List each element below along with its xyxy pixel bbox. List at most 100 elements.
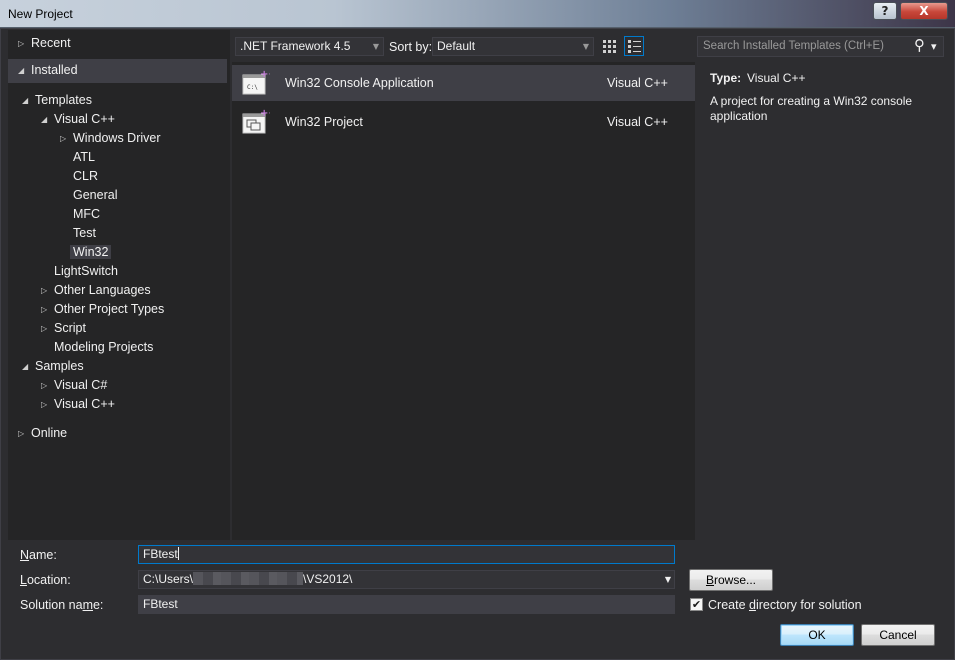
- cancel-button[interactable]: Cancel: [861, 624, 935, 646]
- expand-arrow-icon[interactable]: ▷: [18, 34, 24, 53]
- solution-name-value: FBtest: [143, 597, 178, 611]
- tree-item-clr[interactable]: CLR: [73, 167, 98, 186]
- tree-label: Samples: [35, 359, 84, 373]
- tree-item-atl[interactable]: ATL: [73, 148, 95, 167]
- browse-button[interactable]: Browse...: [689, 569, 773, 591]
- title-bar: New Project ? X: [0, 0, 955, 28]
- location-suffix: \VS2012\: [303, 572, 353, 586]
- template-details: Type: Visual C++ A project for creating …: [699, 62, 947, 540]
- tree-item-win32[interactable]: Win32: [70, 243, 112, 262]
- create-directory-checkbox[interactable]: ✔: [690, 598, 703, 611]
- template-language: Visual C++: [607, 115, 668, 129]
- text-caret: [177, 547, 179, 560]
- collapse-arrow-icon[interactable]: ◢: [18, 61, 24, 80]
- search-templates-input[interactable]: Search Installed Templates (Ctrl+E) ⚲ ▾: [697, 36, 944, 57]
- tree-label: LightSwitch: [54, 264, 118, 278]
- tree-label: Windows Driver: [73, 131, 161, 145]
- sort-select[interactable]: Default ▼: [432, 37, 594, 56]
- tree-label: Test: [73, 226, 96, 240]
- close-button[interactable]: X: [900, 2, 948, 20]
- tree-item-installed[interactable]: ◢ Installed: [18, 61, 78, 80]
- tree-item-lightswitch[interactable]: LightSwitch: [54, 262, 118, 281]
- template-row-win32-project[interactable]: ++ Win32 Project Visual C++: [232, 104, 695, 140]
- tree-label: Visual C++: [54, 397, 115, 411]
- framework-select[interactable]: .NET Framework 4.5 ▼: [235, 37, 384, 56]
- template-row-win32-console[interactable]: C:\ ++ Win32 Console Application Visual …: [232, 65, 695, 101]
- tree-item-samples-visual-cs[interactable]: ▷ Visual C#: [41, 376, 108, 395]
- expand-arrow-icon[interactable]: ▷: [41, 395, 47, 414]
- svg-text:++: ++: [260, 108, 270, 119]
- name-label: Name:: [20, 548, 57, 562]
- search-options-dropdown-icon[interactable]: ▾: [931, 37, 937, 56]
- tree-item-mfc[interactable]: MFC: [73, 205, 100, 224]
- window-title: New Project: [8, 7, 73, 21]
- tree-label: Visual C#: [54, 378, 108, 392]
- win32-project-icon: ++: [242, 108, 270, 134]
- project-name-input[interactable]: FBtest: [138, 545, 675, 564]
- tree-label-selected: Win32: [70, 245, 112, 259]
- tree-label: Templates: [35, 93, 92, 107]
- expand-arrow-icon[interactable]: ▷: [18, 424, 24, 443]
- collapse-arrow-icon[interactable]: ◢: [22, 91, 28, 110]
- sort-label: Sort by:: [389, 40, 433, 54]
- grid-view-icon: [603, 40, 616, 53]
- tree-item-samples[interactable]: ◢ Samples: [22, 357, 84, 376]
- search-icon[interactable]: ⚲: [914, 36, 925, 55]
- tree-label: Recent: [31, 36, 71, 50]
- template-language: Visual C++: [607, 76, 668, 90]
- dropdown-arrow-icon: ▼: [582, 42, 589, 51]
- template-description: A project for creating a Win32 console a…: [710, 94, 913, 123]
- expand-arrow-icon[interactable]: ▷: [60, 129, 66, 148]
- dropdown-arrow-icon[interactable]: ▼: [665, 571, 671, 588]
- solution-name-label: Solution name:: [20, 598, 104, 612]
- project-name-value: FBtest: [143, 547, 178, 561]
- checkmark-icon: ✔: [691, 598, 702, 611]
- tree-label: Other Languages: [54, 283, 151, 297]
- expand-arrow-icon[interactable]: ▷: [41, 376, 47, 395]
- tree-label: Online: [31, 426, 68, 440]
- tree-label: Visual C++: [54, 112, 115, 126]
- collapse-arrow-icon[interactable]: ◢: [41, 110, 47, 129]
- location-prefix: C:\Users\: [143, 572, 194, 586]
- tree-label: General: [73, 188, 118, 202]
- type-label: Type:: [710, 71, 742, 85]
- list-view-icon: [628, 40, 641, 53]
- ok-button[interactable]: OK: [780, 624, 854, 646]
- solution-name-input[interactable]: FBtest: [138, 595, 675, 614]
- location-label: Location:: [20, 573, 71, 587]
- tree-label: Installed: [31, 63, 78, 77]
- type-value: Visual C++: [747, 71, 806, 85]
- tree-item-general[interactable]: General: [73, 186, 117, 205]
- framework-value: .NET Framework 4.5: [240, 39, 351, 53]
- expand-arrow-icon[interactable]: ▷: [41, 300, 47, 319]
- tree-label: ATL: [73, 150, 95, 164]
- tree-item-other-languages[interactable]: ▷ Other Languages: [41, 281, 151, 300]
- small-icons-view-button[interactable]: [599, 36, 619, 56]
- tree-item-templates[interactable]: ◢ Templates: [22, 91, 92, 110]
- tree-item-script[interactable]: ▷ Script: [41, 319, 86, 338]
- tree-label: Modeling Projects: [54, 340, 154, 354]
- tree-item-test[interactable]: Test: [73, 224, 96, 243]
- tree-item-other-project-types[interactable]: ▷ Other Project Types: [41, 300, 164, 319]
- redacted-username: [193, 572, 304, 585]
- create-directory-label[interactable]: Create directory for solution: [708, 598, 862, 612]
- tree-item-windows-driver[interactable]: ▷ Windows Driver: [60, 129, 161, 148]
- tree-item-modeling-projects[interactable]: Modeling Projects: [54, 338, 153, 357]
- dropdown-arrow-icon: ▼: [372, 42, 379, 51]
- search-placeholder: Search Installed Templates (Ctrl+E): [703, 40, 884, 52]
- tree-item-samples-visual-cpp[interactable]: ▷ Visual C++: [41, 395, 115, 414]
- template-tree: ▷ Recent ◢ Installed ◢ Templates ◢ Visua…: [8, 30, 230, 540]
- template-name: Win32 Project: [285, 115, 363, 129]
- tree-label: Script: [54, 321, 86, 335]
- tree-item-visual-cpp[interactable]: ◢ Visual C++: [41, 110, 115, 129]
- help-button[interactable]: ?: [873, 2, 897, 20]
- collapse-arrow-icon[interactable]: ◢: [22, 357, 28, 376]
- tree-label: MFC: [73, 207, 101, 221]
- location-combo[interactable]: C:\Users\ \VS2012\ ▼: [138, 570, 675, 589]
- expand-arrow-icon[interactable]: ▷: [41, 319, 47, 338]
- expand-arrow-icon[interactable]: ▷: [41, 281, 47, 300]
- tree-item-online[interactable]: ▷ Online: [18, 424, 68, 443]
- svg-text:++: ++: [260, 69, 270, 80]
- tree-item-recent[interactable]: ▷ Recent: [18, 34, 71, 53]
- list-view-button[interactable]: [624, 36, 644, 56]
